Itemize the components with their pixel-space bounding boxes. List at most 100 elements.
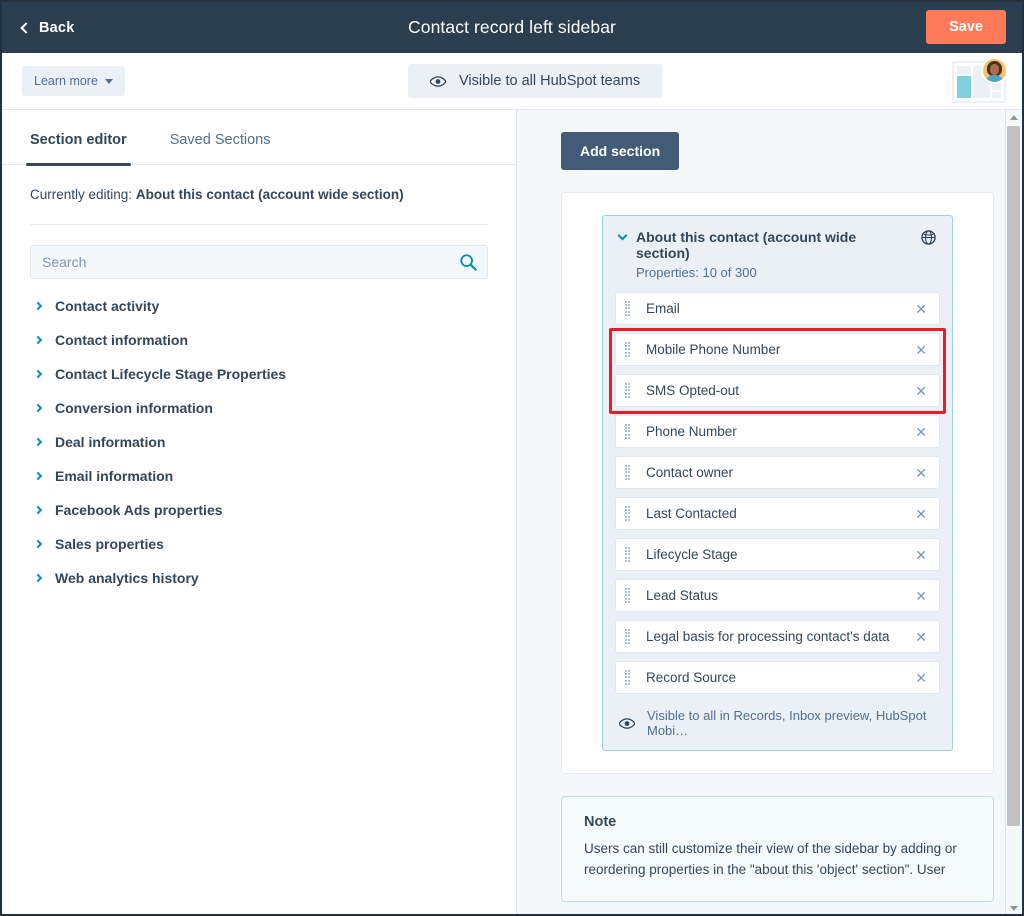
section-visibility-footer: Visible to all in Records, Inbox preview… (615, 702, 940, 740)
note-body: Users can still customize their view of … (584, 841, 957, 877)
chevron-right-icon (33, 471, 43, 481)
chevron-right-icon (33, 539, 43, 549)
table-row[interactable]: Contact owner ✕ (615, 456, 940, 489)
table-row[interactable]: SMS Opted-out ✕ (615, 374, 940, 407)
group-label: Contact information (55, 332, 188, 348)
back-button-label: Back (39, 19, 75, 36)
list-item[interactable]: Conversion information (30, 391, 488, 425)
chevron-down-icon[interactable] (617, 230, 628, 241)
table-row[interactable]: Phone Number ✕ (615, 415, 940, 448)
add-section-button[interactable]: Add section (561, 132, 680, 170)
group-label: Conversion information (55, 400, 213, 416)
drag-handle-icon[interactable] (625, 424, 632, 439)
table-row[interactable]: Email ✕ (615, 292, 940, 325)
list-item[interactable]: Email information (30, 459, 488, 493)
currently-editing-prefix: Currently editing: (30, 187, 133, 202)
close-icon[interactable]: ✕ (914, 628, 928, 646)
save-button[interactable]: Save (926, 10, 1006, 44)
group-label: Contact activity (55, 298, 160, 314)
drag-handle-icon[interactable] (625, 629, 632, 644)
drag-handle-icon[interactable] (625, 670, 632, 685)
table-row[interactable]: Lifecycle Stage ✕ (615, 538, 940, 571)
close-icon[interactable]: ✕ (914, 423, 928, 441)
preview-sidebar-block (957, 76, 971, 98)
group-label: Web analytics history (55, 570, 199, 586)
property-label: Contact owner (646, 465, 734, 480)
section-visibility-label: Visible to all in Records, Inbox preview… (647, 708, 927, 738)
back-button[interactable]: Back (20, 19, 75, 36)
preview-left-column (957, 66, 971, 98)
property-label: Phone Number (646, 424, 737, 439)
currently-editing: Currently editing: About this contact (a… (30, 187, 488, 202)
list-item[interactable]: Facebook Ads properties (30, 493, 488, 527)
visibility-label: Visible to all HubSpot teams (459, 73, 641, 89)
property-label: Last Contacted (646, 506, 737, 521)
property-rows: Email ✕ Mobile Phone Number ✕ SMS Opted-… (615, 292, 940, 694)
group-label: Email information (55, 468, 174, 484)
table-row[interactable]: Mobile Phone Number ✕ (615, 333, 940, 366)
property-label: Record Source (646, 670, 737, 685)
note-card: Note Users can still customize their vie… (561, 796, 994, 902)
list-item[interactable]: Contact information (30, 323, 488, 357)
learn-more-dropdown[interactable]: Learn more (22, 66, 125, 96)
section-about-this-contact[interactable]: About this contact (account wide section… (602, 215, 953, 751)
close-icon[interactable]: ✕ (914, 300, 928, 318)
list-item[interactable]: Sales properties (30, 527, 488, 561)
chevron-right-icon (33, 369, 43, 379)
vertical-scrollbar[interactable] (1005, 110, 1021, 914)
tab-section-editor[interactable]: Section editor (26, 132, 131, 166)
eye-icon (430, 75, 446, 87)
list-item[interactable]: Contact activity (30, 289, 488, 323)
table-row[interactable]: Legal basis for processing contact's dat… (615, 620, 940, 653)
property-label: Mobile Phone Number (646, 342, 781, 357)
sections-card: About this contact (account wide section… (561, 192, 994, 774)
close-icon[interactable]: ✕ (914, 505, 928, 523)
user-avatar[interactable] (981, 57, 1008, 84)
table-row[interactable]: Lead Status ✕ (615, 579, 940, 612)
table-row[interactable]: Last Contacted ✕ (615, 497, 940, 530)
drag-handle-icon[interactable] (625, 301, 632, 316)
eye-icon (619, 717, 635, 729)
scroll-up-arrow[interactable] (1006, 110, 1021, 125)
divider (30, 224, 488, 225)
list-item[interactable]: Contact Lifecycle Stage Properties (30, 357, 488, 391)
tab-saved-sections[interactable]: Saved Sections (170, 132, 271, 164)
property-label: Legal basis for processing contact's dat… (646, 629, 890, 644)
property-label: Lead Status (646, 588, 719, 603)
close-icon[interactable]: ✕ (914, 669, 928, 687)
drag-handle-icon[interactable] (625, 465, 632, 480)
list-item[interactable]: Web analytics history (30, 561, 488, 595)
list-item[interactable]: Deal information (30, 425, 488, 459)
property-group-list: Contact activity Contact information Con… (30, 289, 488, 595)
drag-handle-icon[interactable] (625, 547, 632, 562)
drag-handle-icon[interactable] (625, 588, 632, 603)
section-subtitle: Properties: 10 of 300 (636, 265, 757, 280)
close-icon[interactable]: ✕ (914, 464, 928, 482)
scrollbar-thumb[interactable] (1007, 126, 1020, 826)
table-row[interactable]: Record Source ✕ (615, 661, 940, 694)
left-editor-panel: Section editor Saved Sections Currently … (2, 110, 517, 914)
drag-handle-icon[interactable] (625, 383, 632, 398)
chevron-right-icon (33, 505, 43, 515)
section-header: About this contact (account wide section… (615, 229, 940, 261)
chevron-right-icon (33, 437, 43, 447)
group-label: Deal information (55, 434, 166, 450)
currently-editing-value: About this contact (account wide section… (135, 187, 404, 202)
chevron-right-icon (33, 301, 43, 311)
chevron-right-icon (33, 403, 43, 413)
visibility-selector[interactable]: Visible to all HubSpot teams (408, 64, 663, 98)
close-icon[interactable]: ✕ (914, 546, 928, 564)
avatar-face (990, 64, 999, 75)
drag-handle-icon[interactable] (625, 342, 632, 357)
chevron-right-icon (33, 573, 43, 583)
close-icon[interactable]: ✕ (914, 382, 928, 400)
search-container (30, 245, 488, 279)
note-title: Note (584, 814, 617, 830)
property-label: SMS Opted-out (646, 383, 740, 398)
search-input[interactable] (30, 245, 488, 279)
property-label: Lifecycle Stage (646, 547, 738, 562)
scroll-down-arrow[interactable] (1006, 901, 1021, 914)
drag-handle-icon[interactable] (625, 506, 632, 521)
close-icon[interactable]: ✕ (914, 341, 928, 359)
close-icon[interactable]: ✕ (914, 587, 928, 605)
